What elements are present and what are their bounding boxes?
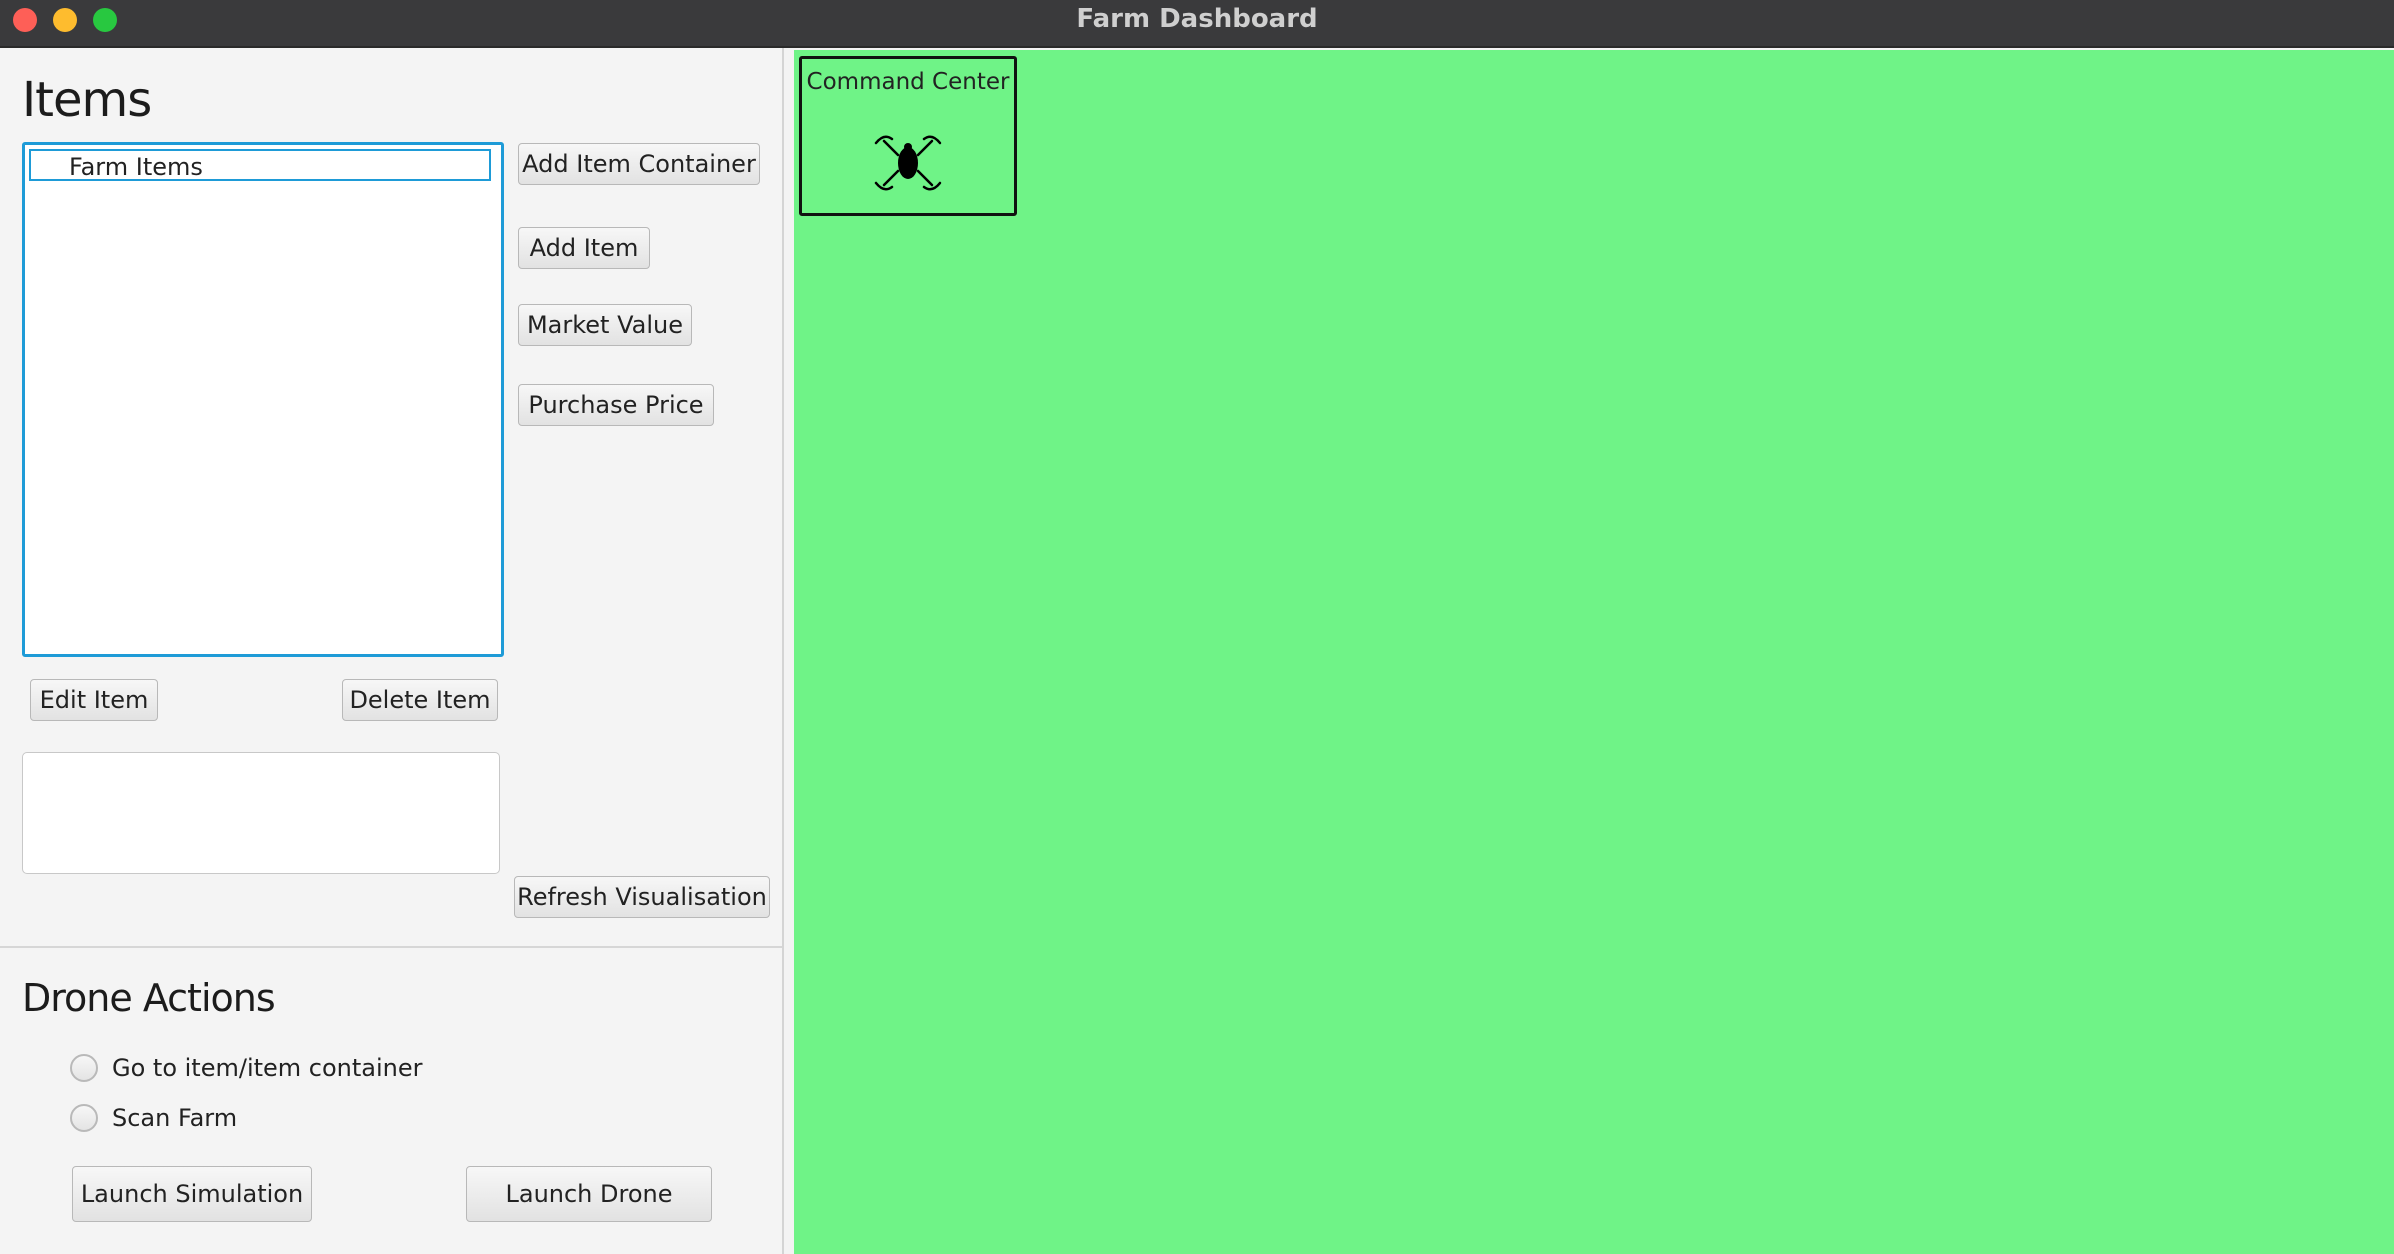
app-window: Farm Dashboard Items Farm Items Add Item…	[0, 0, 2394, 1254]
drone-icon	[874, 135, 942, 191]
add-item-button[interactable]: Add Item	[518, 227, 650, 269]
delete-item-button[interactable]: Delete Item	[342, 679, 498, 721]
items-heading: Items	[22, 72, 152, 128]
radio-label: Go to item/item container	[112, 1054, 423, 1082]
radio-go-to-item[interactable]: Go to item/item container	[70, 1050, 423, 1086]
window-title: Farm Dashboard	[1076, 4, 1318, 34]
item-details-textarea[interactable]	[22, 752, 500, 874]
control-panel: Items Farm Items Add Item Container Add …	[0, 48, 784, 1254]
radio-label: Scan Farm	[112, 1104, 238, 1132]
command-center-label: Command Center	[806, 69, 1010, 95]
purchase-price-button[interactable]: Purchase Price	[518, 384, 714, 426]
title-bar: Farm Dashboard	[0, 0, 2394, 48]
farm-visualisation-canvas[interactable]: Command Center	[794, 50, 2394, 1254]
market-value-button[interactable]: Market Value	[518, 304, 692, 346]
tree-item-label: Farm Items	[69, 153, 203, 181]
launch-drone-button[interactable]: Launch Drone	[466, 1166, 712, 1222]
radio-scan-farm[interactable]: Scan Farm	[70, 1100, 237, 1136]
edit-item-button[interactable]: Edit Item	[30, 679, 158, 721]
refresh-visualisation-button[interactable]: Refresh Visualisation	[514, 876, 770, 918]
section-divider	[0, 946, 782, 948]
items-tree[interactable]: Farm Items	[22, 142, 504, 657]
launch-simulation-button[interactable]: Launch Simulation	[72, 1166, 312, 1222]
radio-button[interactable]	[70, 1054, 98, 1082]
drone-actions-heading: Drone Actions	[22, 976, 276, 1020]
tree-item-farm-items[interactable]: Farm Items	[29, 149, 491, 181]
command-center[interactable]: Command Center	[799, 56, 1017, 216]
radio-button[interactable]	[70, 1104, 98, 1132]
add-item-container-button[interactable]: Add Item Container	[518, 143, 760, 185]
